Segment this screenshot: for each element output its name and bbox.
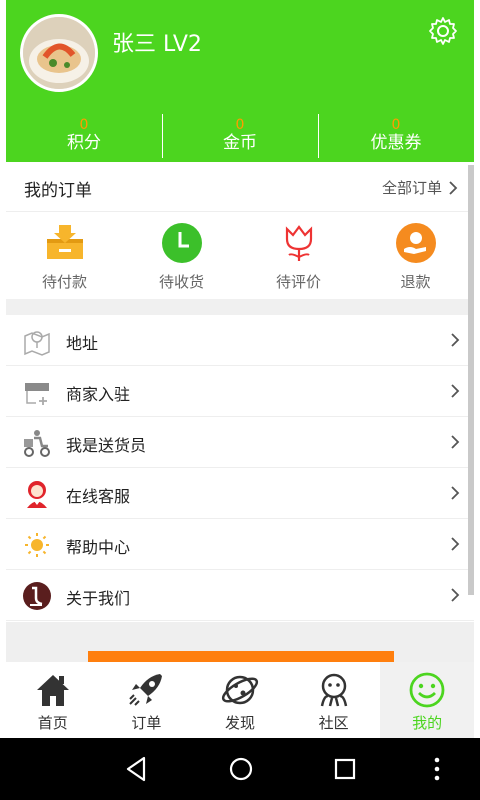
all-orders-label: 全部订单 — [381, 179, 442, 197]
orders-title: 我的订单 — [24, 181, 92, 201]
stat-coupons[interactable]: 0 优惠券 — [318, 110, 474, 162]
bulb-icon — [25, 533, 49, 557]
stat-label: 金币 — [223, 133, 257, 153]
menu-list: 地址 商家入驻 我是送货员 在线客服 帮助中心 关于我们 — [6, 315, 474, 621]
order-pending-review[interactable]: 待评价 — [240, 213, 357, 299]
order-pending-receipt[interactable]: 待收货 — [123, 213, 240, 299]
tab-discover[interactable]: 发现 — [193, 662, 287, 738]
clock-icon — [161, 223, 202, 263]
flower-icon — [285, 225, 312, 261]
stat-label: 优惠券 — [370, 133, 422, 153]
stat-value: 0 — [79, 117, 89, 133]
order-status-row: 待付款 待收货 待评价 退款 — [6, 213, 474, 299]
chevron-right-icon — [451, 537, 460, 551]
menu-item-courier[interactable]: 我是送货员 — [6, 417, 474, 468]
tab-orders[interactable]: 订单 — [100, 662, 194, 738]
gear-icon[interactable] — [428, 16, 458, 46]
menu-item-merchant[interactable]: 商家入驻 — [6, 366, 474, 417]
shop-icon — [25, 383, 49, 405]
menu-label: 我是送货员 — [66, 436, 147, 455]
stat-label: 积分 — [67, 133, 101, 153]
tab-mine[interactable]: 我的 — [380, 662, 474, 738]
menu-item-support[interactable]: 在线客服 — [6, 468, 474, 519]
menu-item-address[interactable]: 地址 — [6, 315, 474, 366]
tab-label: 首页 — [37, 714, 68, 732]
delivery-icon — [24, 430, 50, 457]
rocket-icon — [129, 674, 163, 706]
tab-label: 发现 — [224, 714, 255, 732]
tab-label: 社区 — [318, 714, 349, 732]
planet-icon — [221, 675, 259, 705]
tab-label: 订单 — [131, 714, 162, 732]
avatar[interactable] — [20, 14, 98, 92]
scrollbar[interactable] — [468, 165, 474, 595]
refund-icon — [395, 223, 436, 263]
stat-coins[interactable]: 0 金币 — [162, 110, 318, 162]
menu-label: 关于我们 — [66, 589, 131, 608]
bottom-tab-bar: 首页 订单 发现 社区 我的 — [6, 662, 474, 738]
menu-label: 帮助中心 — [66, 538, 131, 557]
profile-header: 张三 LV2 — [6, 0, 474, 110]
chevron-right-icon — [451, 384, 460, 398]
all-orders-link[interactable]: 全部订单 — [382, 177, 458, 198]
chevron-right-icon — [449, 180, 458, 195]
back-icon[interactable] — [122, 754, 152, 784]
chevron-right-icon — [451, 588, 460, 602]
more-vertical-icon[interactable] — [422, 754, 452, 784]
chevron-right-icon — [451, 435, 460, 449]
profile-page: 张三 LV2 0 积分 0 金币 0 优惠券 我的订单 全部订单 待付款 待收货… — [6, 0, 474, 800]
support-icon — [27, 481, 47, 508]
stat-value: 0 — [391, 117, 401, 133]
system-navigation-bar — [0, 738, 480, 800]
stat-value: 0 — [235, 117, 245, 133]
tab-label: 我的 — [412, 714, 443, 732]
stats-bar: 0 积分 0 金币 0 优惠券 — [6, 110, 474, 162]
menu-label: 在线客服 — [66, 487, 131, 506]
order-label: 待付款 — [41, 273, 87, 291]
map-icon — [24, 331, 50, 356]
menu-label: 地址 — [66, 334, 99, 353]
payment-icon — [46, 225, 83, 259]
order-pending-payment[interactable]: 待付款 — [6, 213, 123, 299]
smile-icon — [409, 672, 445, 708]
chevron-right-icon — [451, 486, 460, 500]
tab-community[interactable]: 社区 — [287, 662, 381, 738]
orders-header: 我的订单 全部订单 — [6, 162, 474, 212]
section-divider — [6, 299, 474, 315]
recents-icon[interactable] — [330, 754, 360, 784]
about-icon — [23, 582, 51, 610]
stat-points[interactable]: 0 积分 — [6, 110, 162, 162]
tab-home[interactable]: 首页 — [6, 662, 100, 738]
order-label: 退款 — [400, 273, 431, 291]
menu-item-about[interactable]: 关于我们 — [6, 570, 474, 621]
community-icon — [320, 673, 347, 707]
menu-item-help[interactable]: 帮助中心 — [6, 519, 474, 570]
username: 张三 LV2 — [112, 32, 202, 57]
menu-label: 商家入驻 — [66, 385, 131, 404]
home-icon — [36, 675, 69, 706]
chevron-right-icon — [451, 333, 460, 347]
order-label: 待评价 — [275, 273, 321, 291]
order-refund[interactable]: 退款 — [357, 213, 474, 299]
order-label: 待收货 — [158, 273, 204, 291]
home-circle-icon[interactable] — [226, 754, 256, 784]
